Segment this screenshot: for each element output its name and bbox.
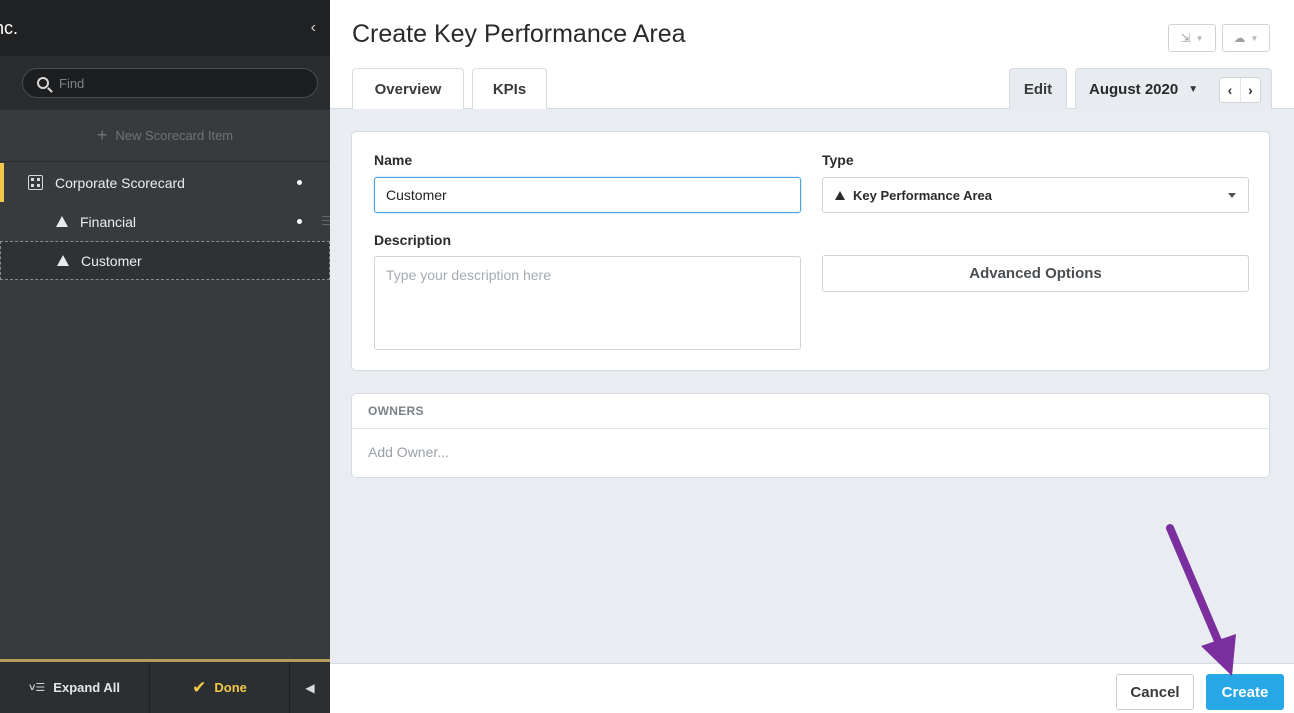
caret-down-icon[interactable]: ▼: [1188, 84, 1198, 95]
caret-down-icon: ▼: [1250, 33, 1259, 43]
cancel-button[interactable]: Cancel: [1116, 674, 1194, 710]
export-button[interactable]: ⇲ ▼: [1168, 24, 1216, 52]
type-select[interactable]: Key Performance Area: [822, 177, 1249, 213]
expand-all-label: Expand All: [53, 680, 120, 695]
cloud-icon: ☁: [1233, 31, 1246, 45]
sidebar: nc. ‹ + New Scorecard Item Corporate Sco…: [0, 0, 330, 713]
status-dot: [297, 180, 302, 185]
new-scorecard-item-button[interactable]: + New Scorecard Item: [0, 110, 330, 162]
drag-handle-icon[interactable]: [322, 216, 330, 225]
search-input[interactable]: [59, 75, 289, 91]
triangle-icon: [835, 190, 845, 200]
triangle-icon: [57, 255, 69, 266]
caret-left-icon: ◀: [305, 680, 315, 695]
caret-down-icon: [1228, 193, 1236, 198]
collapse-sidebar-button[interactable]: ◀: [290, 662, 330, 713]
details-card: Name Type Key Performance Area Descripti…: [351, 131, 1270, 371]
previous-period-button[interactable]: ‹: [1220, 78, 1240, 102]
period-label: August 2020: [1089, 80, 1179, 98]
owners-card: OWNERS Add Owner...: [351, 393, 1270, 478]
tree-item-corporate-scorecard[interactable]: Corporate Scorecard: [0, 163, 330, 202]
app-root: nc. ‹ + New Scorecard Item Corporate Sco…: [0, 0, 1294, 713]
done-button[interactable]: ✔ Done: [150, 662, 290, 713]
tree-item-label: Financial: [80, 213, 137, 230]
org-name: nc.: [0, 17, 19, 38]
type-value: Key Performance Area: [853, 187, 992, 203]
expand-all-icon: ˅☰: [29, 682, 46, 694]
cloud-button[interactable]: ☁ ▼: [1222, 24, 1270, 52]
period-selector[interactable]: August 2020 ▼ ‹ ›: [1075, 68, 1272, 109]
description-label: Description: [374, 232, 452, 248]
sidebar-header: nc. ‹: [0, 0, 330, 56]
tabs-bar: Overview KPIs Edit August 2020 ▼ ‹ ›: [330, 68, 1294, 109]
expand-all-button[interactable]: ˅☰ Expand All: [0, 662, 150, 713]
checkmark-icon: ✔: [192, 677, 207, 697]
caret-down-icon: ▼: [1195, 33, 1204, 43]
search-icon: [37, 77, 49, 89]
name-input[interactable]: [374, 177, 801, 213]
page-title: Create Key Performance Area: [352, 20, 686, 48]
tree-item-label: Customer: [81, 252, 142, 269]
plus-icon: +: [96, 125, 108, 145]
done-label: Done: [214, 680, 247, 695]
scorecard-grid-icon: [28, 175, 43, 190]
export-icon: ⇲: [1180, 31, 1191, 45]
sidebar-search-area: [0, 56, 330, 110]
status-dot: [297, 219, 302, 224]
tree-item-customer[interactable]: Customer: [0, 241, 330, 280]
main-panel: Create Key Performance Area ⇲ ▼ ☁ ▼ Overvi…: [330, 0, 1294, 713]
type-label: Type: [822, 152, 854, 168]
owners-header: OWNERS: [352, 394, 1269, 429]
content-area: Name Type Key Performance Area Descripti…: [330, 109, 1294, 663]
tab-kpis[interactable]: KPIs: [472, 68, 547, 109]
tab-overview[interactable]: Overview: [352, 68, 464, 109]
advanced-options-button[interactable]: Advanced Options: [822, 255, 1249, 292]
sidebar-footer: ˅☰ Expand All ✔ Done ◀: [0, 659, 330, 713]
tree-item-label: Corporate Scorecard: [55, 174, 185, 191]
tab-edit[interactable]: Edit: [1009, 68, 1067, 109]
description-textarea[interactable]: [374, 256, 801, 350]
form-footer: Cancel Create: [330, 663, 1294, 713]
next-period-button[interactable]: ›: [1240, 78, 1260, 102]
chevron-left-icon[interactable]: ‹: [311, 19, 316, 37]
search-box[interactable]: [22, 68, 318, 98]
header-actions: ⇲ ▼ ☁ ▼: [1168, 24, 1270, 52]
tree-item-financial[interactable]: Financial: [0, 202, 330, 241]
triangle-icon: [56, 216, 68, 227]
name-label: Name: [374, 152, 413, 168]
period-nav: ‹ ›: [1219, 77, 1261, 103]
new-scorecard-item-label: New Scorecard Item: [115, 128, 234, 143]
create-button[interactable]: Create: [1206, 674, 1284, 710]
add-owner-input[interactable]: Add Owner...: [368, 444, 449, 460]
